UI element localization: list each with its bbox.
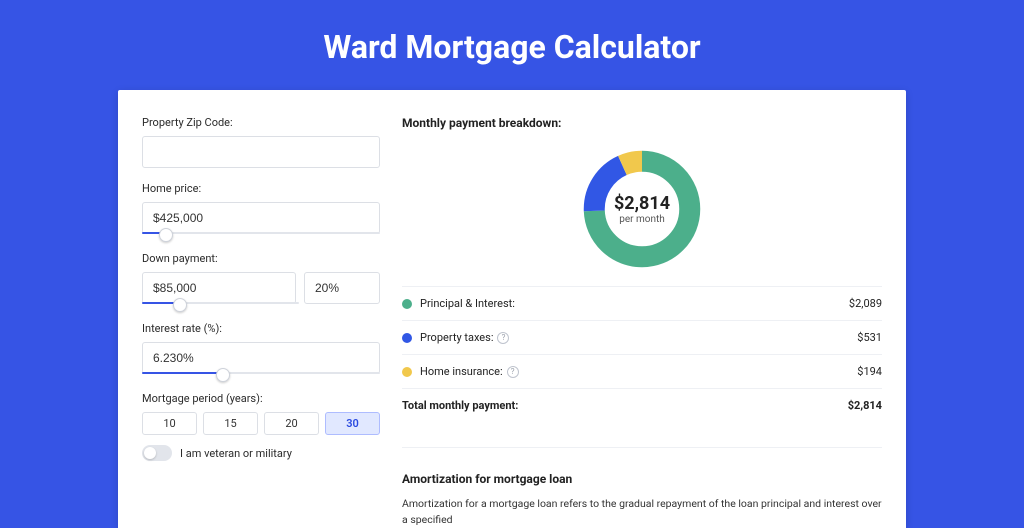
legend-label: Property taxes:? [420,331,857,344]
donut-sub: per month [619,214,665,225]
period-option-10[interactable]: 10 [142,412,197,435]
veteran-toggle[interactable] [142,445,172,461]
veteran-row: I am veteran or military [142,445,380,461]
help-icon[interactable]: ? [497,332,509,344]
inputs-panel: Property Zip Code: Home price: Down paym… [142,116,380,528]
amortization-section: Amortization for mortgage loan Amortizat… [402,442,882,528]
legend-item-2: Home insurance:?$194 [402,355,882,389]
total-label: Total monthly payment: [402,399,848,412]
zip-field: Property Zip Code: [142,116,380,168]
page-title: Ward Mortgage Calculator [0,0,1024,90]
help-icon[interactable]: ? [507,366,519,378]
legend-label: Home insurance:? [420,365,857,378]
rate-field: Interest rate (%): [142,322,380,378]
legend-item-1: Property taxes:?$531 [402,321,882,355]
zip-input[interactable] [142,136,380,168]
legend-dot-icon [402,367,412,377]
donut-area: $2,814 per month [402,142,882,286]
breakdown-panel: Monthly payment breakdown: $2,814 per mo… [402,116,882,528]
down-pct-input[interactable] [304,272,380,304]
down-amount-input[interactable] [142,272,296,304]
legend-label: Principal & Interest: [420,297,849,310]
legend-dot-icon [402,299,412,309]
legend-total: Total monthly payment:$2,814 [402,389,882,422]
down-label: Down payment: [142,252,380,265]
price-slider[interactable] [142,232,380,238]
calculator-card: Property Zip Code: Home price: Down paym… [118,90,906,528]
period-option-20[interactable]: 20 [264,412,319,435]
period-label: Mortgage period (years): [142,392,380,405]
legend-value: $2,089 [849,297,882,310]
amortization-heading: Amortization for mortgage loan [402,462,882,486]
period-field: Mortgage period (years): 10 15 20 30 [142,392,380,435]
down-slider[interactable] [142,302,299,308]
zip-label: Property Zip Code: [142,116,380,129]
rate-label: Interest rate (%): [142,322,380,335]
legend-value: $194 [857,365,882,378]
price-label: Home price: [142,182,380,195]
legend: Principal & Interest:$2,089Property taxe… [402,286,882,422]
legend-dot-icon [402,333,412,343]
donut-amount: $2,814 [614,193,670,214]
donut-center: $2,814 per month [579,146,705,272]
price-field: Home price: [142,182,380,238]
price-input[interactable] [142,202,380,234]
down-field: Down payment: [142,252,380,308]
rate-input[interactable] [142,342,380,374]
legend-item-0: Principal & Interest:$2,089 [402,287,882,321]
rate-slider[interactable] [142,372,380,378]
veteran-label: I am veteran or military [180,447,292,460]
legend-value: $531 [857,331,882,344]
period-option-15[interactable]: 15 [203,412,258,435]
period-option-30[interactable]: 30 [325,412,380,435]
donut-chart: $2,814 per month [579,146,705,272]
breakdown-heading: Monthly payment breakdown: [402,116,882,130]
total-value: $2,814 [848,399,882,412]
